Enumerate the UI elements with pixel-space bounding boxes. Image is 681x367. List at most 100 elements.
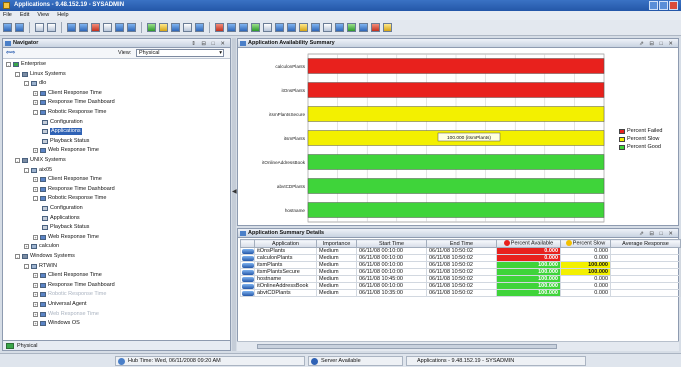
expand-icon[interactable]: + xyxy=(33,148,38,154)
tree-node[interactable]: - Robotic Response Time xyxy=(33,195,106,202)
collapse-icon[interactable]: - xyxy=(33,196,38,202)
tree-node[interactable]: + Client Response Time xyxy=(33,176,102,183)
link-icon[interactable] xyxy=(242,262,254,268)
table-row[interactable]: itsmPlants Medium 06/11/08 00:10:00 06/11/0… xyxy=(240,261,681,269)
expand-icon[interactable]: + xyxy=(33,177,38,183)
expand-icon[interactable]: + xyxy=(33,321,38,327)
view-select[interactable]: Physical xyxy=(136,49,224,57)
column-header[interactable]: Application xyxy=(254,239,317,248)
menu-edit[interactable]: Edit xyxy=(20,11,29,20)
horizontal-scrollbar[interactable] xyxy=(237,341,679,351)
new-window-icon[interactable] xyxy=(35,23,44,32)
tree-node[interactable]: - UNIX Systems xyxy=(15,157,66,164)
workspace-icon[interactable] xyxy=(67,23,76,32)
link-icon[interactable] xyxy=(242,269,254,275)
link-icon[interactable] xyxy=(242,276,254,282)
link-icon[interactable] xyxy=(242,290,254,296)
alert-icon[interactable] xyxy=(215,23,224,32)
collapse-icon[interactable]: - xyxy=(15,254,20,259)
minimize-button[interactable] xyxy=(649,1,658,10)
tree-node[interactable]: - Robotic Response Time xyxy=(33,109,106,116)
row-link-cell[interactable] xyxy=(240,261,255,269)
tree-node[interactable]: - RTWIN xyxy=(24,263,57,270)
tree-node[interactable]: + Client Response Time xyxy=(33,90,102,97)
tree-node[interactable]: Applications xyxy=(42,128,82,136)
table-row[interactable]: calculonPlants Medium 06/11/08 00:10:00 06/… xyxy=(240,254,681,262)
table-row[interactable]: itOnsPlants Medium 06/11/08 00:10:00 06/11/… xyxy=(240,247,681,255)
browser-icon[interactable] xyxy=(323,23,332,32)
row-link-cell[interactable] xyxy=(240,282,255,290)
column-header[interactable]: Start Time xyxy=(356,239,427,248)
save-icon[interactable] xyxy=(47,23,56,32)
row-link-cell[interactable] xyxy=(240,275,255,283)
tree-node[interactable]: + Response Time Dashboard xyxy=(33,186,115,193)
tree-node[interactable]: + Web Response Time xyxy=(33,147,99,154)
filter-icon[interactable] xyxy=(159,23,168,32)
properties-icon[interactable] xyxy=(103,23,112,32)
copy-icon[interactable] xyxy=(183,23,192,32)
tree-node[interactable]: + Windows OS xyxy=(33,320,80,327)
link-icon[interactable] xyxy=(195,23,204,32)
maximize-button[interactable] xyxy=(659,1,668,10)
column-header[interactable]: Percent Slow xyxy=(560,239,611,248)
expand-icon[interactable]: + xyxy=(33,234,38,240)
navigator-footer-tab[interactable]: Physical xyxy=(2,340,231,351)
edit-icon[interactable] xyxy=(171,23,180,32)
row-link-cell[interactable] xyxy=(240,254,255,262)
expand-icon[interactable]: + xyxy=(33,302,38,307)
row-link-cell[interactable] xyxy=(240,247,255,255)
collapse-icon[interactable]: - xyxy=(6,62,11,67)
details-panel-controls[interactable]: ⇗ ⊟ □ ✕ xyxy=(639,230,675,239)
column-header[interactable]: Percent Available xyxy=(496,239,561,248)
column-header[interactable]: End Time xyxy=(426,239,497,248)
link-icon[interactable] xyxy=(242,255,254,261)
nav-arrows-icon[interactable]: ⇦⇨ xyxy=(6,50,15,56)
pie-icon[interactable] xyxy=(263,23,272,32)
expand-icon[interactable]: + xyxy=(33,100,38,106)
link-icon[interactable] xyxy=(242,283,254,289)
collapse-icon[interactable]: - xyxy=(24,81,29,87)
tree-node[interactable]: - Linux Systems xyxy=(15,71,66,78)
forward-icon[interactable] xyxy=(15,23,24,32)
split-vertical-icon[interactable] xyxy=(115,23,124,32)
query-icon[interactable] xyxy=(383,23,392,32)
expand-icon[interactable]: + xyxy=(33,186,38,192)
collapse-icon[interactable]: - xyxy=(15,71,20,77)
table-icon[interactable] xyxy=(239,23,248,32)
situation-icon[interactable] xyxy=(371,23,380,32)
column-header[interactable]: Importance xyxy=(316,239,357,248)
take-action-icon[interactable] xyxy=(359,23,368,32)
row-link-cell[interactable] xyxy=(240,289,255,297)
tree-node[interactable]: + Web Response Time xyxy=(33,234,99,241)
link-icon[interactable] xyxy=(242,248,254,254)
chart-icon[interactable] xyxy=(227,23,236,32)
close-button[interactable] xyxy=(669,1,678,10)
tree-node[interactable]: + Universal Agent xyxy=(33,301,87,308)
tree-node[interactable]: + calculon xyxy=(24,243,59,250)
layout-icon[interactable] xyxy=(79,23,88,32)
panel-splitter[interactable]: ◀ xyxy=(232,38,237,351)
tree-node[interactable]: + Client Response Time xyxy=(33,272,102,279)
tree-node[interactable]: - Windows Systems xyxy=(15,253,75,260)
expand-icon[interactable]: + xyxy=(33,282,38,288)
table-row[interactable]: itsmPlantsSecure Medium 06/11/08 00:10:00 0… xyxy=(240,268,681,276)
event-console-icon[interactable] xyxy=(311,23,320,32)
menu-help[interactable]: Help xyxy=(57,11,68,20)
collapse-icon[interactable]: - xyxy=(15,158,20,163)
expand-icon[interactable]: + xyxy=(24,244,29,250)
table-row[interactable]: hostname Medium 06/11/08 10:45:00 06/11/08 … xyxy=(240,275,681,283)
collapse-icon[interactable]: - xyxy=(33,110,38,115)
bar-chart-icon[interactable] xyxy=(275,23,284,32)
split-horizontal-icon[interactable] xyxy=(127,23,136,32)
tree-node[interactable]: Configuration xyxy=(42,119,83,126)
expand-icon[interactable]: + xyxy=(33,292,38,298)
collapse-icon[interactable]: - xyxy=(24,263,29,269)
table-row[interactable]: abvtCDPlants Medium 06/11/08 10:35:00 06/11… xyxy=(240,289,681,297)
terminal-icon[interactable] xyxy=(335,23,344,32)
tree-node[interactable]: + Web Response Time xyxy=(33,311,99,318)
collapse-arrow-icon[interactable]: ◀ xyxy=(232,188,237,195)
plot-icon[interactable] xyxy=(251,23,260,32)
expand-icon[interactable]: + xyxy=(33,273,38,279)
tree-node[interactable]: + Response Time Dashboard xyxy=(33,282,115,289)
tree-node[interactable]: - dlo xyxy=(24,80,46,87)
